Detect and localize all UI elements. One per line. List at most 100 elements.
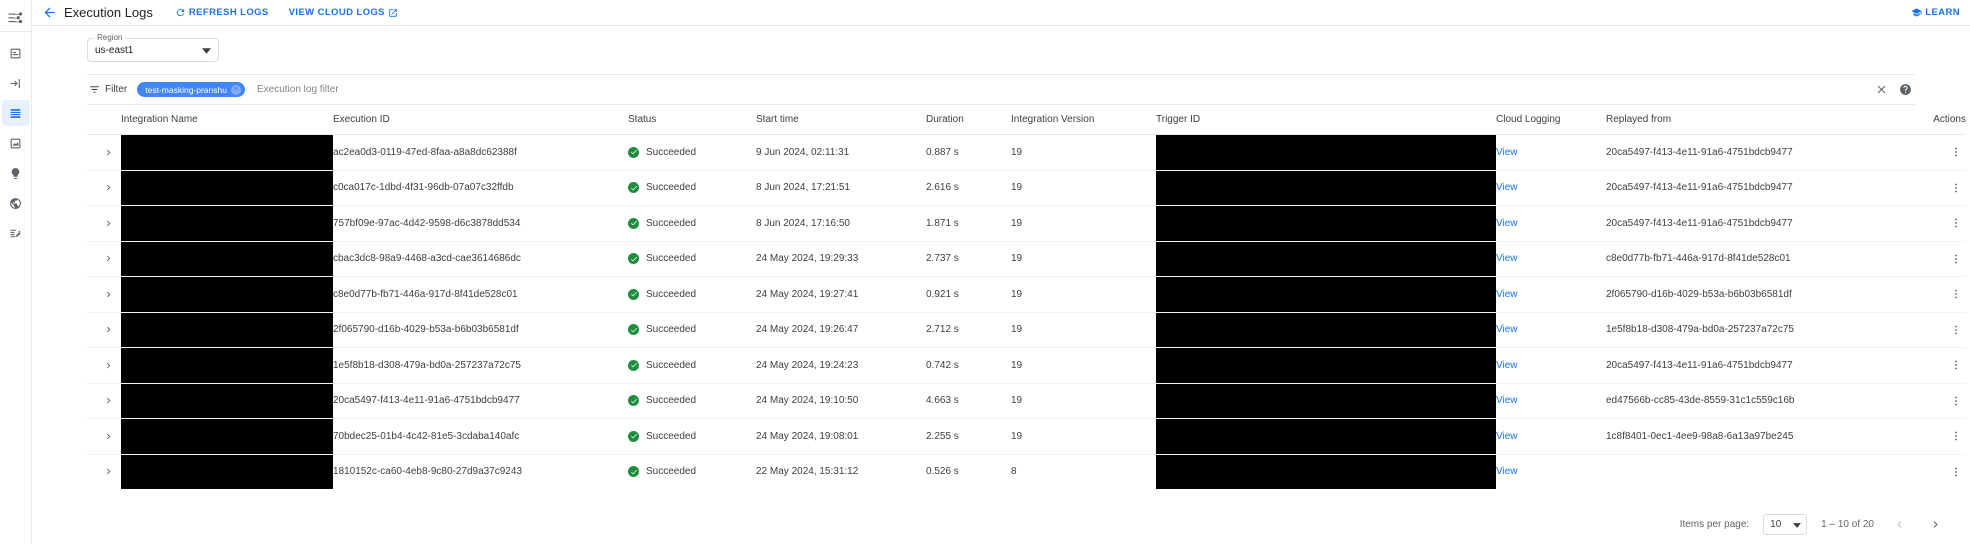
- cloud-logging-view-link[interactable]: View: [1496, 466, 1518, 477]
- cell-integration-name: [121, 418, 333, 455]
- table-row[interactable]: 757bf09e-97ac-4d42-9598-d6c3878dd534 Succ…: [87, 205, 1966, 242]
- cell-duration: 0.887 s: [926, 134, 1011, 171]
- execution-logs-table: Integration Name Execution ID Status Sta…: [87, 105, 1966, 489]
- table-row[interactable]: 1810152c-ca60-4eb8-9c80-27d9a37c9243 Succ…: [87, 454, 1966, 489]
- sidebar-item-insights[interactable]: [2, 160, 30, 186]
- refresh-icon: [176, 8, 185, 17]
- expand-row-button[interactable]: [98, 355, 118, 375]
- cell-trigger-id: [1156, 454, 1496, 489]
- clear-filter-button[interactable]: [1871, 80, 1891, 100]
- school-icon: [1911, 8, 1922, 17]
- filter-chip-label: test-masking-pranshu: [145, 84, 227, 95]
- filter-input[interactable]: [256, 84, 1867, 95]
- chip-close-icon[interactable]: ✕: [230, 84, 241, 95]
- items-per-page-select[interactable]: 10: [1763, 513, 1808, 535]
- learn-button[interactable]: LEARN: [1911, 7, 1960, 18]
- filter-label: Filter: [105, 84, 128, 95]
- left-nav-rail: [0, 0, 32, 544]
- refresh-logs-button[interactable]: REFRESH LOGS: [175, 7, 269, 18]
- expand-row-button[interactable]: [98, 426, 118, 446]
- cloud-logging-view-link[interactable]: View: [1496, 360, 1518, 371]
- table-row[interactable]: c8e0d77b-fb71-446a-917d-8f41de528c01 Succ…: [87, 276, 1966, 313]
- previous-page-button[interactable]: [1888, 513, 1910, 535]
- sidebar-item-integrations[interactable]: [1, 100, 30, 126]
- sidebar-item-global[interactable]: [2, 190, 30, 216]
- region-select[interactable]: Region us-east1: [87, 33, 219, 62]
- row-actions-button[interactable]: [1946, 391, 1966, 411]
- expand-row-button[interactable]: [98, 213, 118, 233]
- row-expand-cell: [87, 205, 121, 242]
- cloud-logging-view-link[interactable]: View: [1496, 324, 1518, 335]
- expand-row-button[interactable]: [98, 249, 118, 269]
- cloud-logging-view-link[interactable]: View: [1496, 218, 1518, 229]
- items-per-page-label: Items per page:: [1679, 518, 1750, 530]
- cloud-logging-view-link[interactable]: View: [1496, 253, 1518, 264]
- cell-status: Succeeded: [628, 383, 756, 419]
- table-row[interactable]: 70bdec25-01b4-4c42-81e5-3cdaba140afc Succ…: [87, 418, 1966, 455]
- cell-execution-id: c8e0d77b-fb71-446a-917d-8f41de528c01: [333, 276, 628, 313]
- table-row[interactable]: ac2ea0d3-0119-47ed-8faa-a8a8dc62388f Succ…: [87, 134, 1966, 171]
- expand-row-button[interactable]: [98, 142, 118, 162]
- expand-row-button[interactable]: [98, 391, 118, 411]
- sidebar-item-test-cases[interactable]: [2, 220, 30, 246]
- filter-help-button[interactable]: [1895, 80, 1915, 100]
- table-row[interactable]: 1e5f8b18-d308-479a-bd0a-257237a72c75 Succ…: [87, 347, 1966, 384]
- table-row[interactable]: c0ca017c-1dbd-4f31-96db-07a07c32ffdb Succ…: [87, 170, 1966, 206]
- cell-replayed-from: 1c8f8401-0ec1-4ee9-98a8-6a13a97be245: [1606, 418, 1906, 455]
- view-cloud-logs-button[interactable]: VIEW CLOUD LOGS: [289, 7, 398, 18]
- cell-trigger-id: [1156, 205, 1496, 242]
- status-badge: Succeeded: [646, 146, 697, 158]
- expand-row-button[interactable]: [98, 462, 118, 482]
- check-icon: [630, 150, 637, 155]
- learn-label: LEARN: [1925, 7, 1960, 18]
- cell-integration-name: [121, 454, 333, 489]
- sidebar-item-connections[interactable]: [2, 70, 30, 96]
- chevron-right-icon: [106, 220, 110, 226]
- cell-start-time: 22 May 2024, 15:31:12: [756, 466, 859, 478]
- row-actions-button[interactable]: [1946, 249, 1966, 269]
- row-actions-button[interactable]: [1946, 213, 1966, 233]
- table-row[interactable]: 20ca5497-f413-4e11-91a6-4751bdcb9477 Succ…: [87, 383, 1966, 419]
- execution-logs-table-wrapper: Integration Name Execution ID Status Sta…: [87, 105, 1966, 504]
- sidebar-item-analytics[interactable]: [2, 130, 30, 156]
- cloud-logging-view-link[interactable]: View: [1496, 395, 1518, 406]
- expand-row-button[interactable]: [98, 284, 118, 304]
- cell-integration-version: 19: [1011, 347, 1156, 384]
- table-row[interactable]: cbac3dc8-98a9-4468-a3cd-cae3614686dc Succ…: [87, 241, 1966, 277]
- cell-integration-name: [121, 241, 333, 277]
- cloud-logging-view-link[interactable]: View: [1496, 147, 1518, 158]
- row-actions-button[interactable]: [1946, 426, 1966, 446]
- cloud-logging-view-link[interactable]: View: [1496, 431, 1518, 442]
- cell-duration: 0.742 s: [926, 347, 1011, 384]
- sidebar-item-overview[interactable]: [2, 40, 30, 66]
- row-actions-button[interactable]: [1946, 320, 1966, 340]
- row-actions-button[interactable]: [1946, 142, 1966, 162]
- row-actions-button[interactable]: [1946, 178, 1966, 198]
- cell-duration: 2.737 s: [926, 241, 1011, 277]
- redacted-integration-name: [121, 135, 333, 170]
- row-actions-button[interactable]: [1946, 284, 1966, 304]
- redacted-trigger-id: [1156, 454, 1496, 489]
- chevron-right-icon: [106, 469, 110, 475]
- cloud-logging-view-link[interactable]: View: [1496, 182, 1518, 193]
- filter-label-group: Filter: [89, 84, 127, 95]
- close-icon: [1877, 85, 1885, 94]
- expand-row-button[interactable]: [98, 320, 118, 340]
- cell-trigger-id: [1156, 276, 1496, 313]
- col-actions: Actions: [1906, 105, 1966, 135]
- redacted-integration-name: [121, 241, 333, 276]
- col-execution-id: Execution ID: [333, 105, 628, 135]
- back-button[interactable]: [40, 4, 58, 22]
- redacted-trigger-id: [1156, 419, 1496, 454]
- row-actions-button[interactable]: [1946, 355, 1966, 375]
- redacted-trigger-id: [1156, 312, 1496, 347]
- filter-chip[interactable]: test-masking-pranshu ✕: [137, 82, 245, 97]
- cell-duration: 4.663 s: [926, 383, 1011, 419]
- next-page-button[interactable]: [1924, 513, 1946, 535]
- redacted-integration-name: [121, 383, 333, 418]
- cloud-logging-view-link[interactable]: View: [1496, 289, 1518, 300]
- row-actions-button[interactable]: [1946, 462, 1966, 482]
- table-row[interactable]: 2f065790-d16b-4029-b53a-b6b03b6581df Succ…: [87, 312, 1966, 348]
- cell-status: Succeeded: [628, 276, 756, 313]
- expand-row-button[interactable]: [98, 178, 118, 198]
